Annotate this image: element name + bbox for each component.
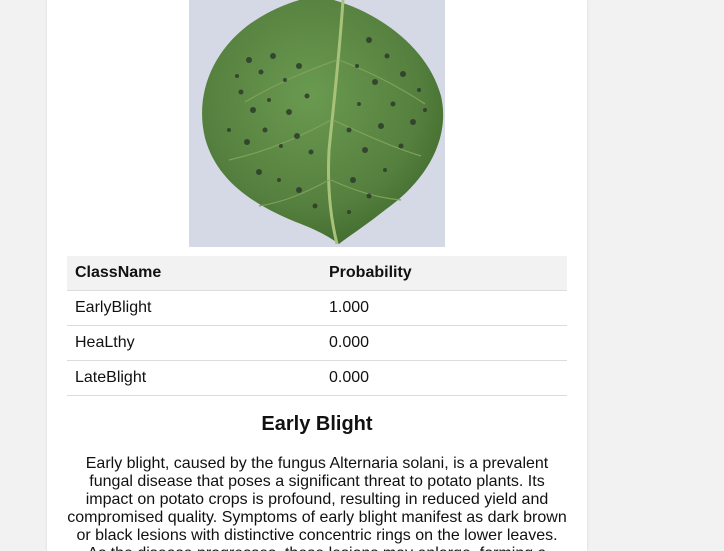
table-row: HeaLthy 0.000 — [67, 325, 567, 361]
disease-description: Early blight, caused by the fungus Alter… — [67, 455, 567, 551]
table-row: LateBlight 0.000 — [67, 360, 567, 396]
column-header-probability: Probability — [321, 256, 567, 291]
column-header-classname: ClassName — [67, 256, 321, 291]
disease-title: Early Blight — [261, 413, 373, 435]
results-table: ClassName Probability EarlyBlight 1.000 … — [67, 256, 567, 396]
class-name-cell: LateBlight — [67, 360, 321, 396]
probability-cell: 0.000 — [321, 360, 567, 396]
probability-cell: 0.000 — [321, 325, 567, 361]
table-header-row: ClassName Probability — [67, 256, 567, 291]
content-card: ClassName Probability EarlyBlight 1.000 … — [47, 0, 587, 551]
leaf-image — [189, 0, 445, 247]
class-name-cell: EarlyBlight — [67, 290, 321, 326]
table-row: EarlyBlight 1.000 — [67, 290, 567, 326]
class-name-cell: HeaLthy — [67, 325, 321, 361]
leaf-illustration — [202, 0, 444, 245]
probability-cell: 1.000 — [321, 290, 567, 326]
